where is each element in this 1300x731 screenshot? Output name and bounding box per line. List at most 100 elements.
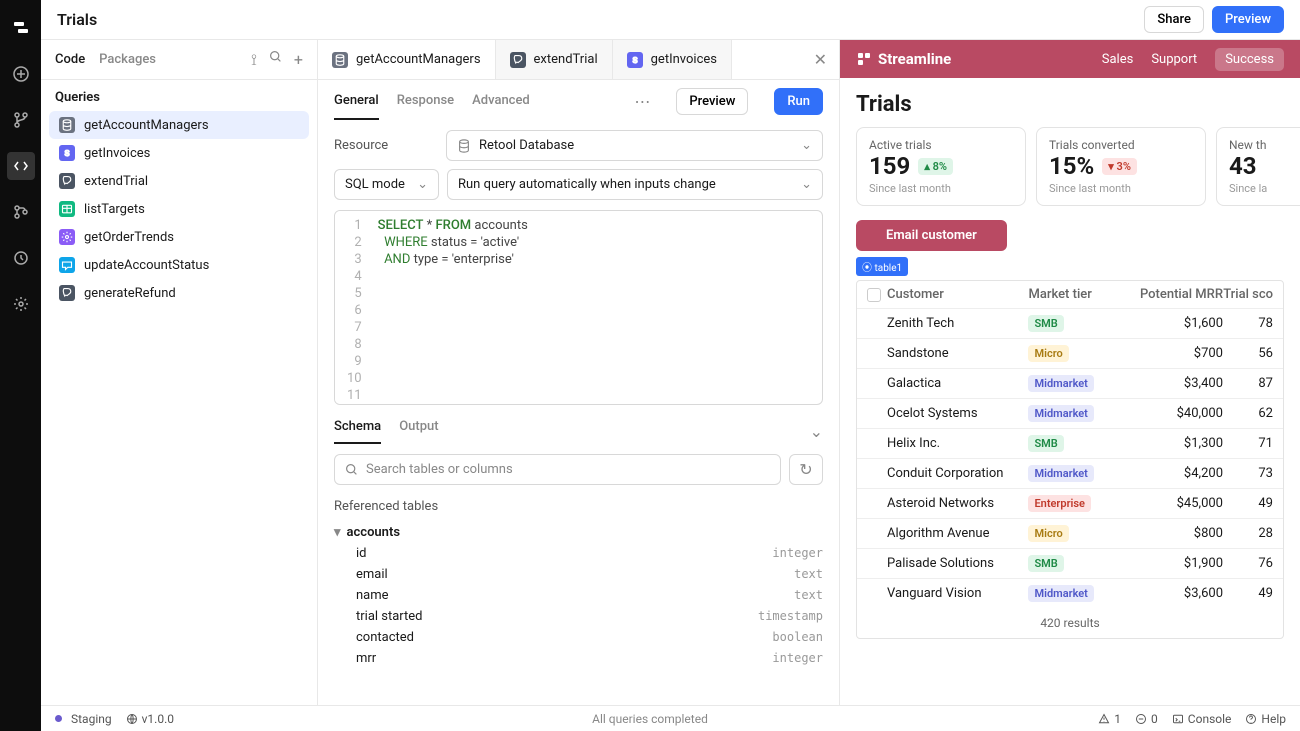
- column-mrr[interactable]: mrrinteger: [334, 648, 823, 669]
- table-row[interactable]: Algorithm AvenueMicro$80028: [857, 519, 1283, 549]
- query-type-icon: [59, 229, 75, 245]
- preview-button[interactable]: Preview: [1212, 6, 1284, 33]
- status-bar: Staging v1.0.0 All queries completed 1 0…: [41, 705, 1300, 731]
- query-type-icon: [59, 285, 75, 301]
- tab-code[interactable]: Code: [55, 52, 85, 67]
- globe-icon: [126, 713, 138, 725]
- query-item-generateRefund[interactable]: generateRefund: [49, 279, 309, 307]
- sql-editor[interactable]: 1234567891011 SELECT * FROM accounts WHE…: [334, 210, 823, 405]
- run-mode-select[interactable]: Run query automatically when inputs chan…: [447, 169, 823, 200]
- column-trial-started[interactable]: trial startedtimestamp: [334, 606, 823, 627]
- editor-tab-extendTrial[interactable]: extendTrial: [496, 40, 613, 79]
- git-icon[interactable]: [7, 198, 35, 226]
- run-button[interactable]: Run: [774, 88, 823, 115]
- query-item-getAccountManagers[interactable]: getAccountManagers: [49, 111, 309, 139]
- editor-tab-getAccountManagers[interactable]: getAccountManagers: [318, 40, 496, 79]
- search-icon: [345, 463, 358, 476]
- share-button[interactable]: Share: [1144, 6, 1204, 33]
- column-email[interactable]: emailtext: [334, 564, 823, 585]
- left-rail: [0, 0, 41, 731]
- editor-tab-getInvoices[interactable]: SgetInvoices: [613, 40, 732, 79]
- email-customer-button[interactable]: Email customer: [856, 220, 1007, 251]
- sql-mode-select[interactable]: SQL mode⌄: [334, 169, 439, 200]
- query-item-extendTrial[interactable]: extendTrial: [49, 167, 309, 195]
- table-row[interactable]: SandstoneMicro$70056: [857, 339, 1283, 369]
- add-query-icon[interactable]: +: [294, 50, 303, 70]
- query-item-getOrderTrends[interactable]: getOrderTrends: [49, 223, 309, 251]
- preview-query-button[interactable]: Preview: [676, 88, 748, 115]
- top-bar: Trials Share Preview: [41, 0, 1300, 40]
- query-type-icon: [332, 52, 348, 68]
- env-badge[interactable]: Staging: [55, 712, 112, 726]
- console-icon: [1172, 713, 1184, 725]
- table-row[interactable]: Asteroid NetworksEnterprise$45,00049: [857, 489, 1283, 519]
- table-row[interactable]: Vanguard VisionMidmarket$3,60049: [857, 579, 1283, 608]
- table-row[interactable]: Helix Inc.SMB$1,30071: [857, 429, 1283, 459]
- version: v1.0.0: [126, 712, 174, 726]
- table-node[interactable]: ▾accounts: [334, 522, 823, 543]
- preview-title: Trials: [840, 78, 1300, 127]
- subtab-response[interactable]: Response: [397, 83, 454, 120]
- pin-icon[interactable]: ⟟: [251, 50, 257, 70]
- tab-packages[interactable]: Packages: [99, 52, 156, 67]
- query-type-icon: [59, 201, 75, 217]
- query-item-listTargets[interactable]: listTargets: [49, 195, 309, 223]
- table-row[interactable]: Palisade SolutionsSMB$1,90076: [857, 549, 1283, 579]
- search-icon[interactable]: [269, 50, 282, 70]
- help-button[interactable]: Help: [1245, 712, 1286, 726]
- branch-icon[interactable]: [7, 106, 35, 134]
- schema-tab[interactable]: Schema: [334, 419, 381, 444]
- page-title: Trials: [57, 10, 1144, 29]
- logo-icon[interactable]: [7, 14, 35, 42]
- nav-support[interactable]: Support: [1151, 52, 1197, 67]
- subtab-advanced[interactable]: Advanced: [472, 83, 530, 120]
- table-row[interactable]: Zenith TechSMB$1,60078: [857, 309, 1283, 339]
- caret-down-icon: ▾: [334, 525, 341, 540]
- table-row[interactable]: GalacticaMidmarket$3,40087: [857, 369, 1283, 399]
- column-id[interactable]: idinteger: [334, 543, 823, 564]
- table-row[interactable]: Ocelot SystemsMidmarket$40,00062: [857, 399, 1283, 429]
- editor-panel: getAccountManagersextendTrialSgetInvoice…: [318, 40, 840, 705]
- query-type-icon: [59, 257, 75, 273]
- query-type-icon: [59, 173, 75, 189]
- table-row[interactable]: Conduit CorporationMidmarket$4,20073: [857, 459, 1283, 489]
- help-icon: [1245, 713, 1257, 725]
- table-component-tag[interactable]: ⦿ table1: [856, 257, 908, 276]
- query-item-updateAccountStatus[interactable]: updateAccountStatus: [49, 251, 309, 279]
- column-name[interactable]: nametext: [334, 585, 823, 606]
- close-tab-icon[interactable]: ✕: [802, 50, 839, 69]
- nav-sales[interactable]: Sales: [1102, 52, 1134, 67]
- svg-text:S: S: [64, 149, 69, 159]
- column-contacted[interactable]: contactedboolean: [334, 627, 823, 648]
- query-type-icon: [59, 117, 75, 133]
- subtab-general[interactable]: General: [334, 83, 379, 120]
- errors[interactable]: 0: [1135, 712, 1158, 726]
- brand: Streamline: [856, 50, 951, 68]
- chevron-down-icon: ⌄: [417, 177, 428, 192]
- results-count: 420 results: [857, 608, 1283, 638]
- output-tab[interactable]: Output: [399, 419, 438, 444]
- resource-select[interactable]: Retool Database ⌄: [446, 130, 823, 161]
- query-item-getInvoices[interactable]: SgetInvoices: [49, 139, 309, 167]
- history-icon[interactable]: [7, 244, 35, 272]
- more-icon[interactable]: ⋯: [634, 92, 650, 111]
- warnings[interactable]: 1: [1098, 712, 1121, 726]
- col-customer[interactable]: Customer: [887, 287, 1028, 302]
- error-icon: [1135, 713, 1147, 725]
- refresh-button[interactable]: ↻: [789, 454, 823, 485]
- chevron-down-icon[interactable]: ⌄: [810, 422, 823, 441]
- database-icon: [457, 139, 471, 153]
- settings-icon[interactable]: [7, 290, 35, 318]
- select-all-checkbox[interactable]: [867, 288, 881, 302]
- schema-search[interactable]: Search tables or columns: [334, 454, 781, 485]
- col-tier[interactable]: Market tier: [1028, 287, 1134, 302]
- code-icon[interactable]: [7, 152, 35, 180]
- console-button[interactable]: Console: [1172, 712, 1232, 726]
- ref-tables-label: Referenced tables: [318, 495, 839, 522]
- nav-success[interactable]: Success: [1215, 48, 1284, 71]
- add-icon[interactable]: [7, 60, 35, 88]
- col-score[interactable]: Trial sco: [1223, 287, 1273, 302]
- warning-icon: [1098, 713, 1110, 725]
- col-mrr[interactable]: Potential MRR: [1135, 287, 1223, 302]
- stat-card: Trials converted15%▾ 3%Since last month: [1036, 127, 1206, 206]
